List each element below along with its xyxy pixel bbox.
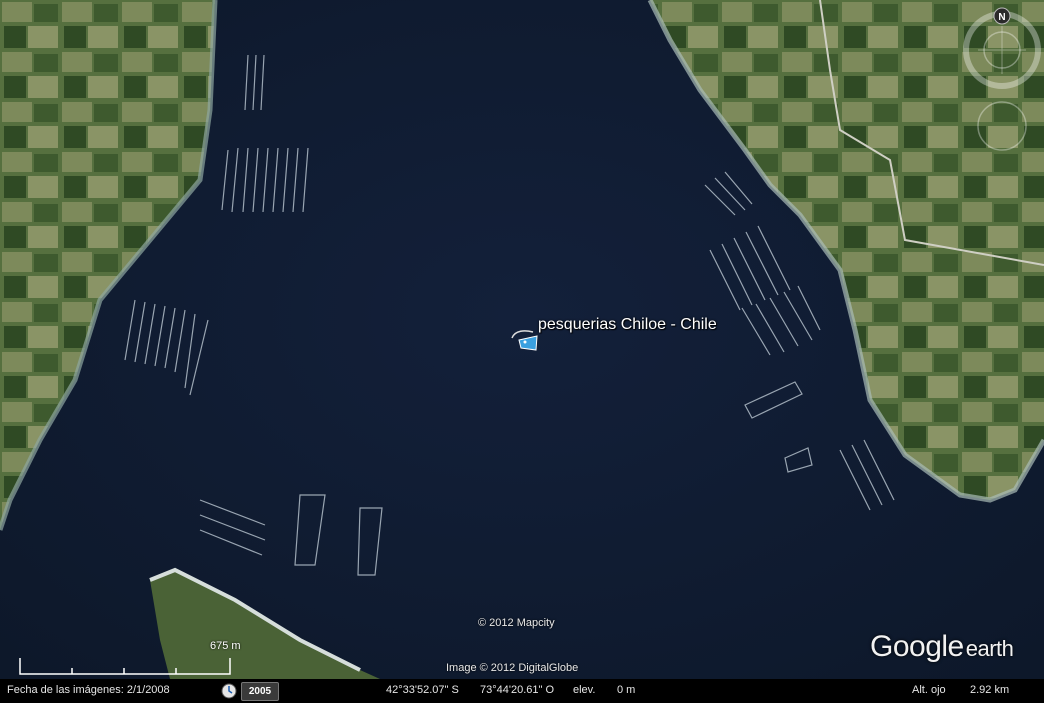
longitude-readout: 73°44'20.61" O bbox=[480, 684, 555, 696]
scale-label: 675 m bbox=[210, 640, 241, 652]
fish-hook-placemark-icon[interactable] bbox=[509, 326, 539, 352]
placemark-label[interactable]: pesquerias Chiloe - Chile bbox=[538, 316, 717, 334]
mapcity-attribution: © 2012 Mapcity bbox=[478, 617, 555, 629]
clock-icon[interactable] bbox=[221, 683, 237, 699]
map-viewport[interactable]: pesquerias Chiloe - Chile © 2012 Mapcity… bbox=[0, 0, 1044, 703]
imagery-attribution: Image © 2012 DigitalGlobe bbox=[446, 662, 579, 674]
elevation-value: 0 m bbox=[617, 684, 636, 696]
north-label: N bbox=[998, 12, 1005, 23]
look-joystick[interactable] bbox=[977, 101, 1027, 151]
google-earth-logo: Googleearth bbox=[870, 630, 1014, 664]
logo-earth-text: earth bbox=[965, 636, 1014, 661]
latitude-readout: 42°33'52.07" S bbox=[386, 684, 459, 696]
status-bar: Fecha de las imágenes: 2/1/2008 42°33'52… bbox=[0, 679, 1044, 703]
navigation-controls[interactable]: N bbox=[958, 6, 1042, 156]
eye-altitude-value: 2.92 km bbox=[970, 684, 1010, 696]
elevation-label: elev. bbox=[573, 684, 596, 696]
eye-altitude-label: Alt. ojo bbox=[912, 684, 946, 696]
scale-bar bbox=[19, 658, 231, 675]
logo-google-text: Google bbox=[870, 630, 964, 663]
imagery-date: Fecha de las imágenes: 2/1/2008 bbox=[7, 684, 170, 696]
historical-imagery-year-button[interactable]: 2005 bbox=[241, 682, 279, 701]
compass-ring[interactable] bbox=[963, 11, 1041, 89]
